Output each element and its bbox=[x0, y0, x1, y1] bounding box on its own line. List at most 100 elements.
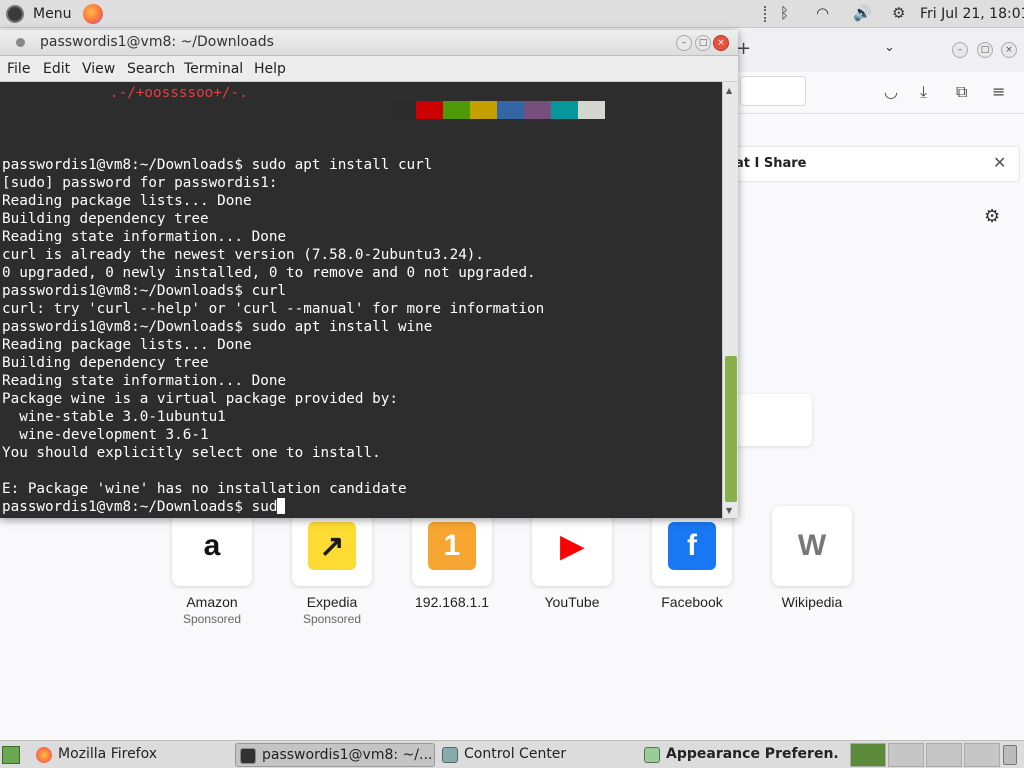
workspace-3[interactable] bbox=[926, 743, 962, 767]
wikipedia-logo-icon: W bbox=[788, 522, 836, 570]
scrollbar-thumb[interactable] bbox=[725, 356, 737, 502]
terminal-line: E: Package 'wine' has no installation ca… bbox=[2, 481, 407, 497]
settings-icon[interactable]: ⚙ bbox=[892, 4, 905, 22]
terminal-output[interactable]: .-/+oossssoo+/-. passwordis1@vm8:~/Downl… bbox=[0, 82, 722, 518]
tile-name: Facebook bbox=[661, 594, 723, 610]
control-center-icon bbox=[442, 747, 458, 763]
color-swatch bbox=[389, 101, 416, 119]
menu-file[interactable]: File bbox=[7, 61, 30, 77]
task-appearance[interactable]: Appearance Preferen... bbox=[640, 743, 840, 767]
tile-box[interactable]: W bbox=[772, 506, 852, 586]
bluetooth-icon[interactable]: ᛒ bbox=[780, 4, 789, 22]
192-168-1-1-logo-icon: 1 bbox=[428, 522, 476, 570]
url-bar[interactable] bbox=[740, 76, 806, 106]
list-all-tabs-button[interactable]: ⌄ bbox=[884, 40, 895, 55]
terminal-close-button[interactable]: × bbox=[713, 35, 729, 51]
terminal-line: 0 upgraded, 0 newly installed, 0 to remo… bbox=[2, 265, 536, 281]
wifi-icon[interactable]: ◠ bbox=[816, 4, 829, 22]
top-site-tile[interactable]: 1 192.168.1.1 bbox=[412, 506, 492, 612]
terminal-minimize-button[interactable]: – bbox=[676, 35, 692, 51]
terminal-line: curl is already the newest version (7.58… bbox=[2, 247, 485, 263]
task-terminal[interactable]: passwordis1@vm8: ~/... bbox=[235, 743, 435, 767]
tile-box[interactable]: f bbox=[652, 506, 732, 586]
scroll-down-icon[interactable]: ▼ bbox=[726, 506, 732, 515]
terminal-scrollbar[interactable]: ▲ ▼ bbox=[722, 82, 738, 518]
trash-icon[interactable] bbox=[1003, 745, 1017, 765]
minimize-button[interactable]: – bbox=[952, 42, 968, 58]
terminal-line: passwordis1@vm8:~/Downloads$ curl bbox=[2, 283, 287, 299]
task-control-center[interactable]: Control Center bbox=[438, 743, 634, 767]
banner-label[interactable]: at I Share bbox=[735, 156, 807, 171]
downloads-icon[interactable]: ⤓ bbox=[920, 82, 927, 102]
terminal-line: wine-stable 3.0-1ubuntu1 bbox=[2, 409, 226, 425]
gear-icon[interactable]: ⚙ bbox=[984, 206, 1000, 227]
prompt-input: passwordis1@vm8:~/Downloads$ sud bbox=[2, 499, 278, 515]
terminal-line: Reading state information... Done bbox=[2, 373, 287, 389]
color-swatch bbox=[551, 101, 578, 119]
terminal-line: Reading package lists... Done bbox=[2, 337, 252, 353]
terminal-line: Reading package lists... Done bbox=[2, 193, 252, 209]
maximize-button[interactable]: □ bbox=[977, 42, 993, 58]
tile-box[interactable]: a bbox=[172, 506, 252, 586]
top-site-tile[interactable]: ▶ YouTube bbox=[532, 506, 612, 612]
terminal-line: [sudo] password for passwordis1: bbox=[2, 175, 278, 191]
tile-box[interactable]: ↗ bbox=[292, 506, 372, 586]
terminal-line: wine-development 3.6-1 bbox=[2, 427, 209, 443]
top-panel: Menu ᛒ ◠ 🔊 ⚙ Fri Jul 21, 18:01 bbox=[0, 0, 1024, 28]
color-swatch bbox=[470, 101, 497, 119]
terminal-maximize-button[interactable]: □ bbox=[695, 35, 711, 51]
workspace-2[interactable] bbox=[888, 743, 924, 767]
tile-name: Amazon bbox=[186, 594, 238, 610]
tile-sponsored-label: Sponsored bbox=[302, 612, 362, 626]
tile-box[interactable]: 1 bbox=[412, 506, 492, 586]
top-site-tile[interactable]: a Amazon Sponsored bbox=[172, 506, 252, 626]
terminal-line: Building dependency tree bbox=[2, 355, 209, 371]
clock[interactable]: Fri Jul 21, 18:01 bbox=[920, 6, 1024, 22]
banner-close-icon[interactable]: ✕ bbox=[993, 153, 1006, 172]
terminal-title-bar[interactable]: passwordis1@vm8: ~/Downloads – □ × bbox=[0, 30, 738, 56]
show-desktop-icon[interactable] bbox=[2, 746, 20, 764]
ubuntu-logo-icon[interactable] bbox=[6, 5, 24, 23]
task-label: Mozilla Firefox bbox=[58, 746, 158, 762]
volume-icon[interactable]: 🔊 bbox=[853, 4, 872, 22]
firefox-banner: at I Share ✕ bbox=[720, 146, 1020, 182]
menu-help[interactable]: Help bbox=[254, 61, 286, 77]
menu-view[interactable]: View bbox=[82, 61, 115, 77]
scroll-up-icon[interactable]: ▲ bbox=[726, 86, 732, 95]
close-button[interactable]: × bbox=[1001, 42, 1017, 58]
workspace-1[interactable] bbox=[850, 743, 886, 767]
firefox-launcher-icon[interactable] bbox=[83, 4, 103, 24]
top-site-tile[interactable]: ↗ Expedia Sponsored bbox=[292, 506, 372, 626]
menu-search[interactable]: Search bbox=[127, 61, 175, 77]
terminal-prompt-line[interactable]: passwordis1@vm8:~/Downloads$ sud bbox=[2, 498, 286, 516]
tile-box[interactable]: ▶ bbox=[532, 506, 612, 586]
menu-button[interactable]: Menu bbox=[33, 6, 71, 22]
panel-separator bbox=[764, 6, 768, 22]
color-swatch bbox=[443, 101, 470, 119]
top-site-tile[interactable]: W Wikipedia bbox=[772, 506, 852, 612]
new-tab-button[interactable]: + bbox=[736, 38, 751, 59]
window-menu-icon[interactable] bbox=[16, 38, 25, 47]
tile-name: Wikipedia bbox=[781, 594, 843, 610]
terminal-line: Building dependency tree bbox=[2, 211, 209, 227]
top-site-tile[interactable]: f Facebook bbox=[652, 506, 732, 612]
tile-sponsored-label: Sponsored bbox=[182, 612, 242, 626]
color-swatch bbox=[578, 101, 605, 119]
extensions-icon[interactable]: ⧉ bbox=[956, 82, 967, 102]
terminal-window: passwordis1@vm8: ~/Downloads – □ × File … bbox=[0, 30, 738, 518]
terminal-line: passwordis1@vm8:~/Downloads$ sudo apt in… bbox=[2, 319, 433, 335]
pocket-icon[interactable]: ◡ bbox=[884, 82, 898, 101]
color-swatch bbox=[524, 101, 551, 119]
expedia-logo-icon: ↗ bbox=[308, 522, 356, 570]
workspace-4[interactable] bbox=[964, 743, 1000, 767]
menu-edit[interactable]: Edit bbox=[43, 61, 70, 77]
task-firefox[interactable]: Mozilla Firefox bbox=[32, 743, 228, 767]
content-card[interactable] bbox=[730, 394, 812, 446]
menu-terminal[interactable]: Terminal bbox=[184, 61, 243, 77]
text-cursor bbox=[277, 498, 286, 514]
terminal-line: passwordis1@vm8:~/Downloads$ sudo apt in… bbox=[2, 157, 433, 173]
neofetch-ascii-art: .-/+oossssoo+/-. bbox=[110, 85, 248, 101]
amazon-logo-icon: a bbox=[188, 522, 236, 570]
hamburger-menu-icon[interactable]: ≡ bbox=[992, 82, 1005, 101]
terminal-line: You should explicitly select one to inst… bbox=[2, 445, 381, 461]
